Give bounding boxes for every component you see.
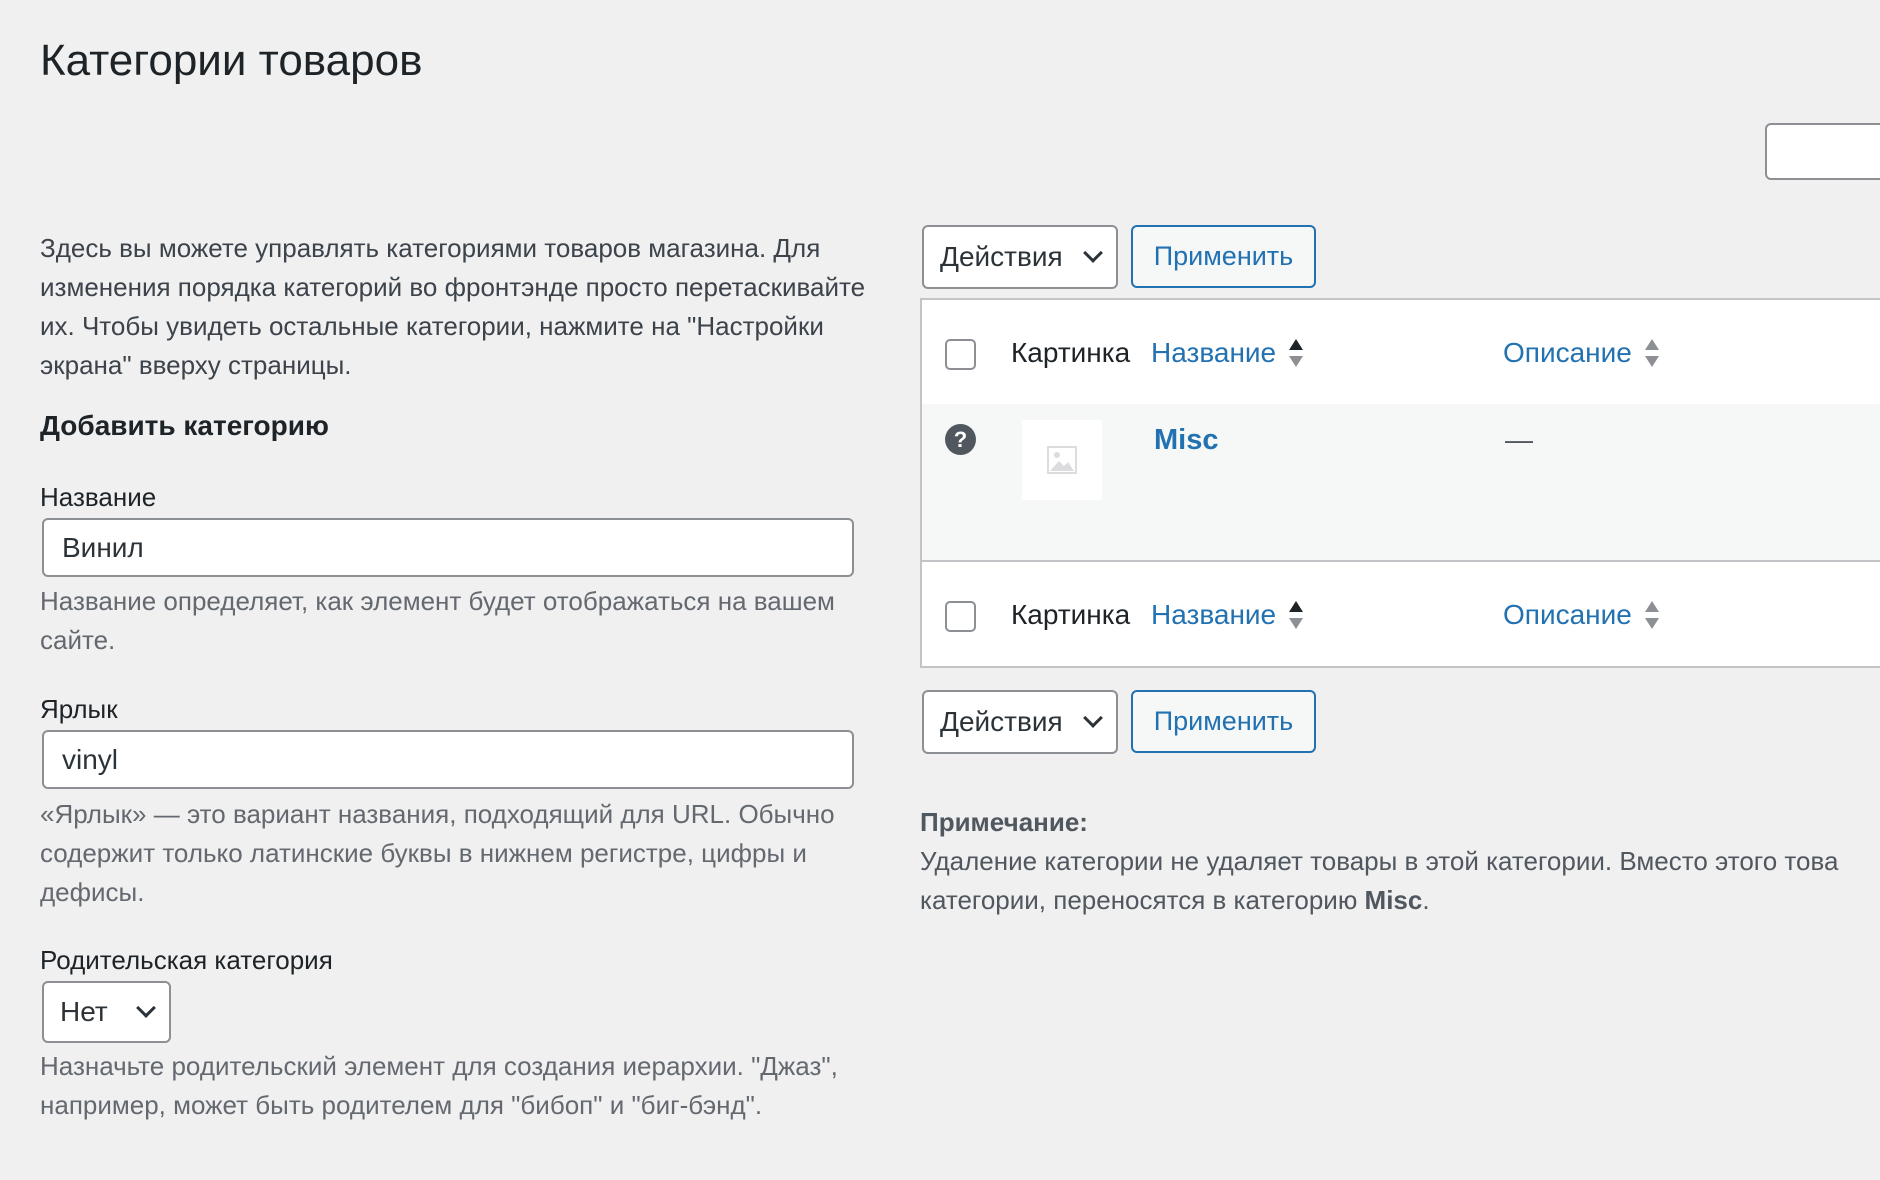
bulk-actions-select-top[interactable]: Действия [922, 225, 1118, 289]
category-name-link[interactable]: Misc [1154, 424, 1218, 457]
intro-text: Здесь вы можете управлять категориями то… [40, 233, 866, 380]
name-hint: Название определяет, как элемент будет о… [40, 586, 835, 655]
search-input[interactable] [1765, 123, 1880, 180]
note-text-line-2-main: категории, переносятся в категорию [920, 885, 1365, 915]
categories-table: Картинка Название Описание ? Misc — Карт… [920, 298, 1880, 668]
name-label: Название [40, 482, 157, 512]
name-field[interactable]: Винил [42, 518, 854, 577]
column-image: Картинка [1011, 337, 1131, 368]
column-description-footer[interactable]: Описание [1503, 599, 1660, 631]
slug-field[interactable]: vinyl [42, 730, 854, 789]
column-name-label: Название [1151, 337, 1277, 368]
column-description-label: Описание [1503, 599, 1632, 630]
parent-select-value: Нет [60, 996, 108, 1027]
parent-hint: Назначьте родительский элемент для созда… [40, 1051, 838, 1120]
note-default-category: Misc [1364, 885, 1423, 915]
add-category-heading: Добавить категорию [40, 410, 329, 441]
table-row: ? Misc — [922, 404, 1880, 560]
select-all-checkbox-bottom[interactable] [945, 601, 976, 632]
parent-label: Родительская категория [40, 945, 333, 975]
chevron-down-icon [1083, 708, 1103, 728]
table-footer: Картинка Название Описание [922, 562, 1880, 666]
placeholder-image-icon [1022, 420, 1102, 500]
note-text-line-1: Удаление категории не удаляет товары в э… [920, 846, 1839, 876]
table-header: Картинка Название Описание [922, 300, 1880, 404]
apply-button-top[interactable]: Применить [1131, 225, 1316, 288]
column-name[interactable]: Название [1151, 337, 1304, 369]
sort-icon [1644, 337, 1660, 369]
column-description-label: Описание [1503, 337, 1632, 368]
column-description[interactable]: Описание [1503, 337, 1660, 369]
bulk-actions-select-bottom[interactable]: Действия [922, 690, 1118, 754]
bulk-actions-label: Действия [940, 706, 1063, 737]
help-icon[interactable]: ? [945, 424, 976, 455]
note-text-line-2: категории, переносятся в категорию Misc. [920, 881, 1430, 920]
slug-hint: «Ярлык» — это вариант названия, подходящ… [40, 799, 835, 907]
parent-select[interactable]: Нет [42, 981, 171, 1043]
chevron-down-icon [136, 998, 156, 1018]
chevron-down-icon [1083, 243, 1103, 263]
apply-button-bottom[interactable]: Применить [1131, 690, 1316, 753]
slug-label: Ярлык [40, 694, 118, 724]
select-all-checkbox[interactable] [945, 339, 976, 370]
column-name-label: Название [1151, 599, 1277, 630]
category-description: — [1505, 424, 1533, 455]
note-title: Примечание: [920, 807, 1088, 837]
note-text-line-2-end: . [1422, 885, 1430, 915]
column-image-footer: Картинка [1011, 599, 1131, 630]
sort-icon [1644, 599, 1660, 631]
column-name-footer[interactable]: Название [1151, 599, 1304, 631]
bulk-actions-label: Действия [940, 241, 1063, 272]
page-title: Категории товаров [40, 36, 423, 85]
sort-asc-icon [1288, 337, 1304, 369]
sort-asc-icon [1288, 599, 1304, 631]
